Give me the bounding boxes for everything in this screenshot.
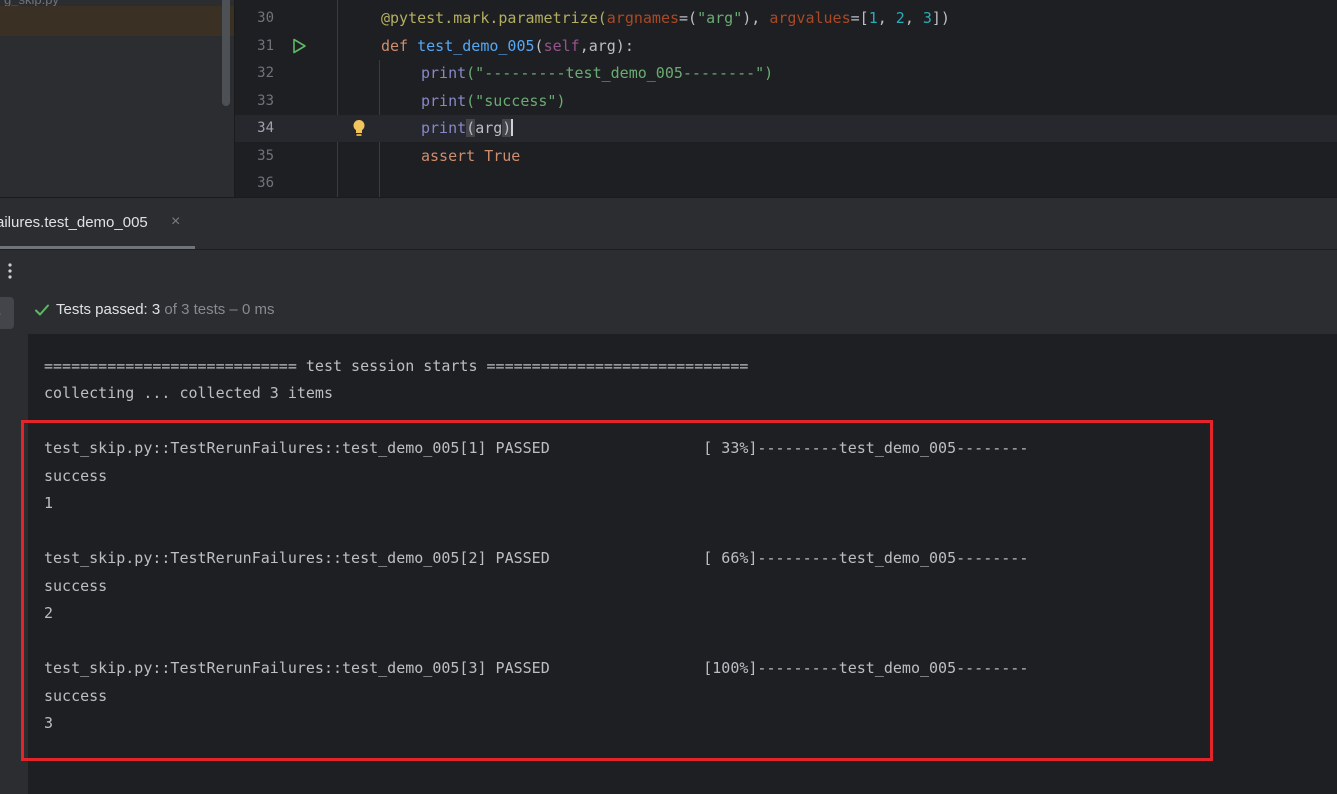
code-text[interactable]: def test_demo_005(self,arg): [381,33,634,60]
console-line: success [44,577,108,595]
run-toolbar [0,249,1337,293]
run-tab-label: ailures.test_demo_005 [0,214,148,231]
console-line: test_skip.py::TestRerunFailures::test_de… [44,439,1029,457]
console-line: 3 [44,714,54,732]
code-text[interactable]: print(arg) [421,115,514,142]
line-number: 35 [257,148,274,164]
console-output[interactable]: ============================ test sessio… [28,335,1337,794]
code-line-33[interactable]: 33 print("success") [235,88,1337,115]
code-line-31[interactable]: 31 def test_demo_005(self,arg): [235,33,1337,60]
console-line: test_skip.py::TestRerunFailures::test_de… [44,549,1029,567]
code-text[interactable]: print("---------test_demo_005--------") [421,60,773,87]
test-status-bar: Tests passed: 3 of 3 tests – 0 ms [28,293,1337,335]
test-tree-toggle-label: is [0,305,1,319]
project-scrollbar[interactable] [222,0,230,106]
line-number: 31 [257,38,274,54]
line-number: 30 [257,10,274,26]
console-line: ============================ test sessio… [44,357,749,375]
line-number: 36 [257,175,274,191]
code-text[interactable]: print("success") [421,88,566,115]
code-line-32[interactable]: 32 print("---------test_demo_005--------… [235,60,1337,87]
console-line: collecting ... collected 3 items [44,384,333,402]
code-text[interactable]: @pytest.mark.parametrize(argnames=("arg"… [381,5,950,32]
test-tree-collapsed-panel: is [0,293,28,794]
text-caret [511,119,514,136]
console-line: 2 [44,604,54,622]
project-panel: g_skip.py [0,0,234,197]
code-line-34[interactable]: 34 print(arg) [235,115,1337,142]
tests-passed-summary: Tests passed: 3 of 3 tests – 0 ms [56,301,275,318]
run-test-icon[interactable] [291,38,307,54]
line-number: 32 [257,65,274,81]
more-options-icon[interactable] [2,260,14,282]
project-tree-selected-row[interactable] [0,6,234,36]
console-line: 1 [44,494,54,512]
console-line: success [44,467,108,485]
console-line: test_skip.py::TestRerunFailures::test_de… [44,659,1029,677]
code-text[interactable]: assert True [421,143,520,170]
run-tab[interactable]: ailures.test_demo_005 × [0,198,195,249]
run-tool-window-header: ailures.test_demo_005 × [0,197,1337,249]
test-tree-toggle[interactable]: is [0,297,14,329]
code-editor[interactable]: 30 @pytest.mark.parametrize(argnames=("a… [235,0,1337,197]
code-line-36[interactable]: 36 [235,170,1337,197]
line-number: 34 [257,120,274,136]
close-icon[interactable]: × [171,213,180,231]
lightbulb-icon[interactable] [351,119,367,137]
code-line-30[interactable]: 30 @pytest.mark.parametrize(argnames=("a… [235,5,1337,32]
code-line-35[interactable]: 35 assert True [235,143,1337,170]
line-number: 33 [257,93,274,109]
console-line: success [44,687,108,705]
check-icon [35,304,49,316]
